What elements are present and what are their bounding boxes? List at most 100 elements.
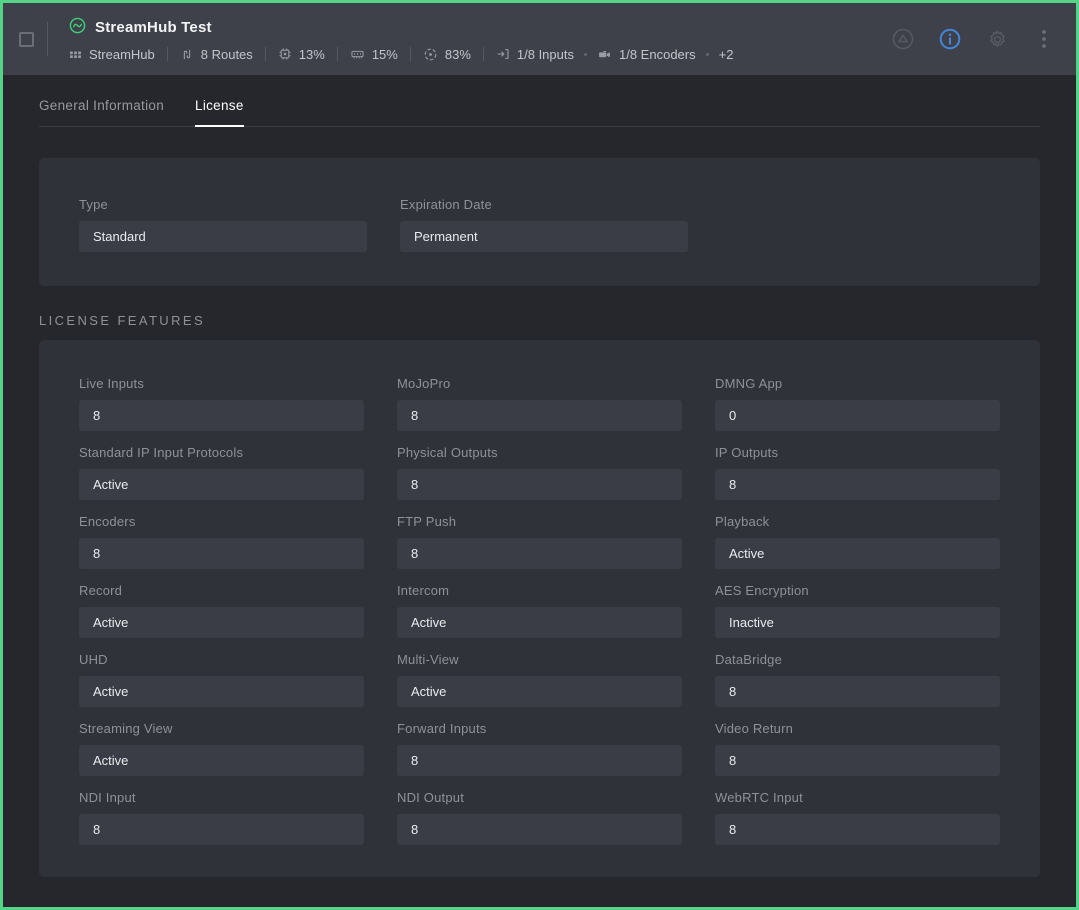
device-title: StreamHub Test (95, 19, 212, 36)
stat-separator (337, 47, 338, 61)
feature-field: MoJoPro 8 (397, 376, 682, 431)
input-arrow-icon (496, 47, 510, 61)
feature-field: UHD Active (79, 652, 364, 707)
memory-stat: 15% (350, 47, 398, 62)
feature-label: Video Return (715, 721, 1000, 736)
feature-field: Streaming View Active (79, 721, 364, 776)
apps-grid-icon (69, 48, 82, 61)
more-count-stat[interactable]: +2 (719, 47, 734, 62)
feature-field: Intercom Active (397, 583, 682, 638)
feature-value: Active (715, 538, 1000, 569)
feature-field: Multi-View Active (397, 652, 682, 707)
device-stats-row: StreamHub 8 Routes (69, 47, 733, 62)
feature-value: Active (79, 469, 364, 500)
stat-separator (167, 47, 168, 61)
stat-separator (483, 47, 484, 61)
feature-label: Record (79, 583, 364, 598)
license-type-label: Type (79, 197, 367, 212)
feature-value: 8 (79, 400, 364, 431)
gear-icon-button[interactable] (985, 27, 1009, 51)
feature-label: Standard IP Input Protocols (79, 445, 364, 460)
feature-label: DataBridge (715, 652, 1000, 667)
fan-label: 83% (445, 47, 471, 62)
feature-field: IP Outputs 8 (715, 445, 1000, 500)
feature-field: Standard IP Input Protocols Active (79, 445, 364, 500)
stat-dot-separator (584, 53, 587, 56)
expiration-date-label: Expiration Date (400, 197, 688, 212)
feature-label: FTP Push (397, 514, 682, 529)
feature-value: 8 (397, 538, 682, 569)
alert-circle-button[interactable] (891, 27, 915, 51)
cpu-icon (278, 47, 292, 61)
license-features-card: Live Inputs 8 MoJoPro 8 DMNG App 0 Stand… (39, 340, 1040, 877)
stat-separator (265, 47, 266, 61)
info-circle-button[interactable] (938, 27, 962, 51)
encoders-label: 1/8 Encoders (619, 47, 696, 62)
feature-value: 8 (715, 745, 1000, 776)
feature-value: 8 (397, 814, 682, 845)
feature-label: MoJoPro (397, 376, 682, 391)
feature-field: Playback Active (715, 514, 1000, 569)
feature-field: Forward Inputs 8 (397, 721, 682, 776)
expiration-date-value: Permanent (400, 221, 688, 252)
feature-field: AES Encryption Inactive (715, 583, 1000, 638)
feature-label: NDI Input (79, 790, 364, 805)
feature-field: DataBridge 8 (715, 652, 1000, 707)
license-type-value: Standard (79, 221, 367, 252)
stat-separator (410, 47, 411, 61)
feature-value: Active (79, 607, 364, 638)
feature-value: Active (397, 676, 682, 707)
stat-dot-separator (706, 53, 709, 56)
encoder-camera-icon (597, 48, 612, 61)
feature-value: Active (397, 607, 682, 638)
feature-field: FTP Push 8 (397, 514, 682, 569)
feature-label: WebRTC Input (715, 790, 1000, 805)
features-grid: Live Inputs 8 MoJoPro 8 DMNG App 0 Stand… (79, 376, 1000, 845)
memory-label: 15% (372, 47, 398, 62)
kebab-menu-button[interactable] (1032, 27, 1056, 51)
feature-value: Inactive (715, 607, 1000, 638)
feature-field: WebRTC Input 8 (715, 790, 1000, 845)
feature-label: Playback (715, 514, 1000, 529)
fan-icon (423, 47, 438, 62)
feature-value: 8 (79, 538, 364, 569)
device-header: StreamHub Test StreamHub (3, 3, 1076, 75)
feature-field: DMNG App 0 (715, 376, 1000, 431)
feature-value: 8 (715, 814, 1000, 845)
device-info: StreamHub Test StreamHub (69, 17, 733, 62)
feature-label: DMNG App (715, 376, 1000, 391)
tab-general-information[interactable]: General Information (39, 98, 164, 126)
header-divider (47, 22, 48, 56)
feature-value: 8 (397, 469, 682, 500)
fan-stat: 83% (423, 47, 471, 62)
feature-field: NDI Output 8 (397, 790, 682, 845)
feature-value: 8 (715, 469, 1000, 500)
device-type-stat: StreamHub (69, 47, 155, 62)
feature-label: UHD (79, 652, 364, 667)
more-count-label: +2 (719, 47, 734, 62)
feature-label: AES Encryption (715, 583, 1000, 598)
feature-field: Live Inputs 8 (79, 376, 364, 431)
feature-label: Live Inputs (79, 376, 364, 391)
feature-label: Intercom (397, 583, 682, 598)
license-summary-card: Type Standard Expiration Date Permanent (39, 158, 1040, 286)
feature-label: Encoders (79, 514, 364, 529)
device-window: StreamHub Test StreamHub (0, 0, 1079, 910)
feature-value: 8 (79, 814, 364, 845)
routes-label: 8 Routes (201, 47, 253, 62)
feature-field: Physical Outputs 8 (397, 445, 682, 500)
feature-value: Active (79, 676, 364, 707)
routes-icon (180, 47, 194, 62)
feature-label: IP Outputs (715, 445, 1000, 460)
feature-label: Streaming View (79, 721, 364, 736)
select-device-checkbox[interactable] (19, 32, 34, 47)
feature-value: 8 (397, 400, 682, 431)
tab-license[interactable]: License (195, 98, 244, 126)
feature-value: 0 (715, 400, 1000, 431)
cpu-stat: 13% (278, 47, 325, 62)
feature-value: Active (79, 745, 364, 776)
memory-icon (350, 47, 365, 61)
feature-label: Forward Inputs (397, 721, 682, 736)
feature-label: Physical Outputs (397, 445, 682, 460)
feature-field: Record Active (79, 583, 364, 638)
